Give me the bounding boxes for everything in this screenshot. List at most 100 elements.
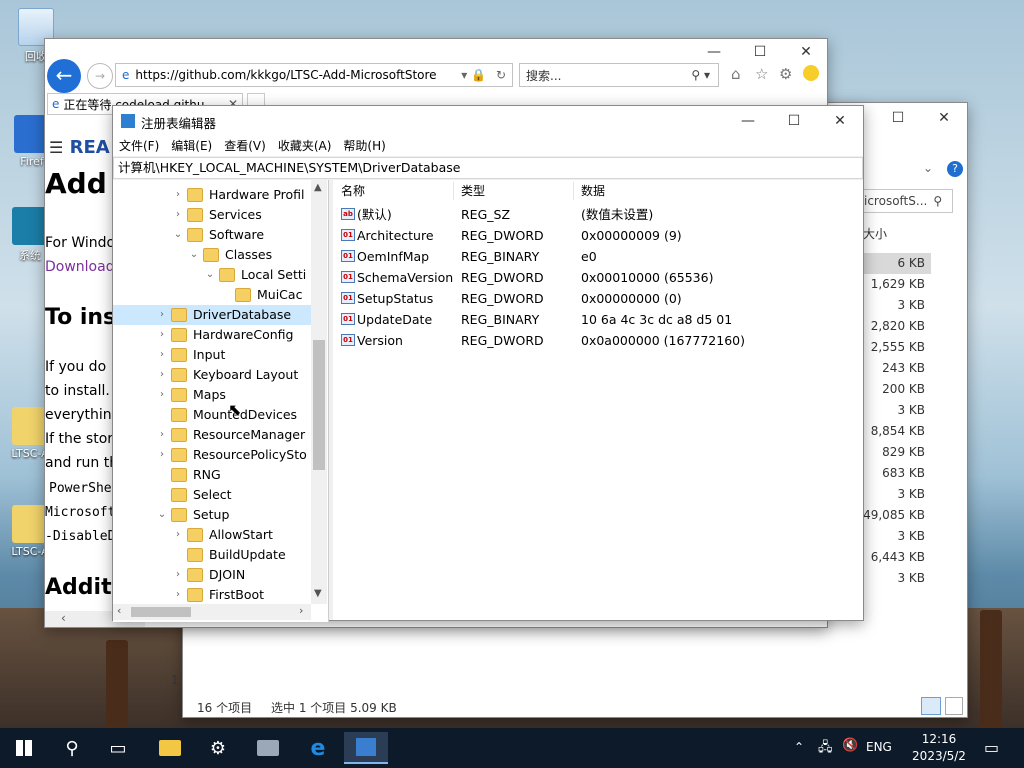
horizontal-scrollbar[interactable]: ‹ ›: [113, 604, 311, 620]
tree-item[interactable]: ⌄ Software: [113, 225, 311, 245]
help-icon[interactable]: ?: [947, 161, 963, 177]
task-view-icon[interactable]: ▭: [96, 732, 140, 764]
back-icon[interactable]: ←: [47, 59, 81, 93]
tree-item[interactable]: RNG: [113, 465, 311, 485]
registry-value-row[interactable]: 01 SchemaVersion REG_DWORD 0x00010000 (6553…: [333, 267, 853, 288]
hamburger-icon[interactable]: ☰: [49, 138, 63, 157]
maximize-icon[interactable]: ☐: [737, 37, 783, 67]
search-input[interactable]: icrosoftS... ⚲: [859, 189, 953, 213]
tree-item[interactable]: ⌄ Setup: [113, 505, 311, 525]
column-header-size[interactable]: 大小: [863, 225, 887, 242]
scroll-up-icon[interactable]: ▲: [314, 182, 322, 193]
collapsed-arrow-icon[interactable]: ›: [157, 385, 167, 405]
column-header-data[interactable]: 数据: [581, 180, 605, 202]
expanded-arrow-icon[interactable]: ⌄: [173, 225, 183, 245]
tree-item[interactable]: › Services: [113, 205, 311, 225]
collapsed-arrow-icon[interactable]: ›: [173, 185, 183, 205]
values-pane[interactable]: 名称 类型 数据 ab (默认) REG_SZ (数值未设置) 01 Architectu…: [333, 180, 863, 620]
expanded-arrow-icon[interactable]: ⌄: [189, 245, 199, 265]
network-icon[interactable]: 🖧: [818, 738, 833, 760]
expanded-arrow-icon[interactable]: ⌄: [157, 505, 167, 525]
download-link[interactable]: Download: [45, 259, 115, 275]
notification-icon[interactable]: ▭: [984, 738, 999, 757]
collapsed-arrow-icon[interactable]: ›: [173, 525, 183, 545]
maximize-icon[interactable]: ☐: [771, 106, 817, 136]
tree-item[interactable]: › Hardware Profil: [113, 185, 311, 205]
tree-item[interactable]: Select: [113, 485, 311, 505]
tree-pane[interactable]: › Hardware Profil › Services ⌄ Software ⌄ Class…: [113, 180, 329, 622]
collapsed-arrow-icon[interactable]: ›: [157, 425, 167, 445]
settings-icon[interactable]: ⚙: [196, 732, 240, 764]
collapsed-arrow-icon[interactable]: ›: [157, 445, 167, 465]
collapsed-arrow-icon[interactable]: ›: [157, 325, 167, 345]
tree-item[interactable]: › Keyboard Layout: [113, 365, 311, 385]
tree-item[interactable]: › ResourceManager: [113, 425, 311, 445]
tree-item[interactable]: BuildUpdate: [113, 545, 311, 565]
tree-item[interactable]: › Input: [113, 345, 311, 365]
menu-view[interactable]: 查看(V): [218, 136, 272, 156]
tree-item[interactable]: MountedDevices: [113, 405, 311, 425]
tiles-view-icon[interactable]: [945, 697, 963, 715]
tree-item[interactable]: MuiCac: [113, 285, 311, 305]
regedit-window[interactable]: 注册表编辑器 — ☐ ✕ 文件(F) 编辑(E) 查看(V) 收藏夹(A) 帮助(H) …: [112, 105, 864, 622]
tree-item[interactable]: › DJOIN: [113, 565, 311, 585]
smiley-icon[interactable]: [803, 65, 819, 81]
chevron-up-icon[interactable]: ⌃: [794, 740, 804, 754]
tree-item[interactable]: › HardwareConfig: [113, 325, 311, 345]
registry-value-row[interactable]: 01 Architecture REG_DWORD 0x00000009 (9): [333, 225, 853, 246]
tree-item[interactable]: ⌄ Local Setti: [113, 265, 311, 285]
close-icon[interactable]: ✕: [783, 37, 829, 67]
expanded-arrow-icon[interactable]: ⌄: [205, 265, 215, 285]
collapsed-arrow-icon[interactable]: ›: [157, 345, 167, 365]
tree-item[interactable]: › FirstBoot: [113, 585, 311, 605]
scrollbar-thumb[interactable]: [131, 607, 191, 617]
title-bar[interactable]: 注册表编辑器 — ☐ ✕: [113, 106, 863, 136]
collapsed-arrow-icon[interactable]: ›: [173, 585, 183, 605]
details-view-icon[interactable]: [921, 697, 941, 715]
close-icon[interactable]: ✕: [921, 103, 967, 133]
collapsed-arrow-icon[interactable]: ›: [157, 365, 167, 385]
search-icon[interactable]: ⚲ ▾: [691, 68, 710, 82]
address-bar[interactable]: e https://github.com/kkkgo/LTSC-Add-Micr…: [115, 63, 513, 87]
scroll-left-icon[interactable]: ‹: [117, 604, 121, 617]
chevron-down-icon[interactable]: ⌄: [923, 161, 933, 175]
search-icon[interactable]: ⚲: [50, 732, 94, 764]
maximize-icon[interactable]: ☐: [875, 103, 921, 133]
volume-muted-icon[interactable]: 🔇: [842, 738, 858, 753]
scroll-down-icon[interactable]: ▼: [314, 588, 322, 599]
regedit-taskbar-icon[interactable]: [344, 732, 388, 764]
language-indicator[interactable]: ENG: [866, 740, 892, 754]
refresh-icon[interactable]: ↻: [496, 68, 506, 82]
registry-value-row[interactable]: 01 SetupStatus REG_DWORD 0x00000000 (0): [333, 288, 853, 309]
tree-item[interactable]: › Maps: [113, 385, 311, 405]
close-icon[interactable]: ✕: [817, 106, 863, 136]
ie-icon[interactable]: e: [296, 732, 340, 764]
menu-file[interactable]: 文件(F): [113, 136, 165, 156]
clock-time[interactable]: 12:16: [914, 732, 964, 746]
scroll-right-icon[interactable]: ›: [299, 604, 303, 617]
collapsed-arrow-icon[interactable]: ›: [173, 565, 183, 585]
collapsed-arrow-icon[interactable]: ›: [157, 305, 167, 325]
forward-icon[interactable]: →: [87, 63, 113, 89]
column-header-name[interactable]: 名称: [341, 180, 365, 202]
vertical-scrollbar[interactable]: ▲ ▼: [311, 180, 327, 604]
registry-value-row[interactable]: 01 Version REG_DWORD 0x0a000000 (167772160): [333, 330, 853, 351]
start-icon[interactable]: [2, 732, 46, 764]
clock-date[interactable]: 2023/5/2: [904, 749, 974, 763]
address-bar[interactable]: 计算机\HKEY_LOCAL_MACHINE\SYSTEM\DriverData…: [113, 157, 863, 179]
registry-value-row[interactable]: 01 UpdateDate REG_BINARY 10 6a 4c 3c dc a8 …: [333, 309, 853, 330]
tree-item[interactable]: › DriverDatabase: [113, 305, 311, 325]
registry-value-row[interactable]: ab (默认) REG_SZ (数值未设置): [333, 204, 853, 225]
menu-help[interactable]: 帮助(H): [337, 136, 391, 156]
tree-item[interactable]: ⌄ Classes: [113, 245, 311, 265]
search-input[interactable]: 搜索... ⚲ ▾: [519, 63, 719, 87]
file-explorer-icon[interactable]: [148, 732, 192, 764]
menu-favorites[interactable]: 收藏夹(A): [272, 136, 338, 156]
favorites-icon[interactable]: ☆: [755, 65, 768, 83]
tree-item[interactable]: › AllowStart: [113, 525, 311, 545]
column-header-type[interactable]: 类型: [461, 180, 485, 202]
registry-value-row[interactable]: 01 OemInfMap REG_BINARY e0: [333, 246, 853, 267]
gear-icon[interactable]: ⚙: [779, 65, 792, 83]
image-app-icon[interactable]: [246, 732, 290, 764]
menu-edit[interactable]: 编辑(E): [165, 136, 218, 156]
